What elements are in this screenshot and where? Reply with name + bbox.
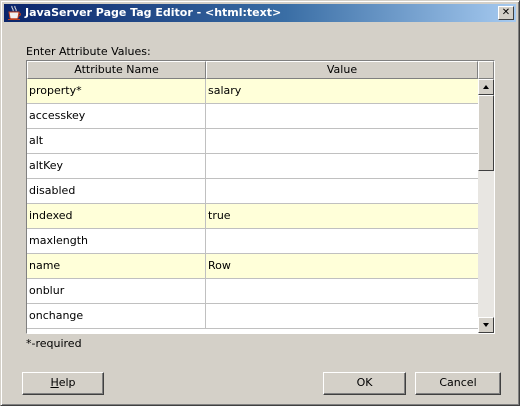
attribute-values-label: Enter Attribute Values: <box>26 45 151 58</box>
tag-editor-dialog: JavaServer Page Tag Editor - <html:text>… <box>0 0 520 406</box>
attribute-name-cell[interactable]: disabled <box>27 179 206 203</box>
attribute-value-cell[interactable]: true <box>206 204 478 228</box>
attribute-value-cell[interactable]: Row <box>206 254 478 278</box>
arrow-down-icon <box>483 323 489 327</box>
table-body: property* salary accesskey alt altKey di… <box>27 79 478 329</box>
attribute-value-cell[interactable] <box>206 229 478 253</box>
table-row[interactable]: name Row <box>27 254 478 279</box>
attribute-value-cell[interactable] <box>206 154 478 178</box>
table-row[interactable]: property* salary <box>27 79 478 104</box>
table-row[interactable]: onchange <box>27 304 478 329</box>
attribute-name-cell[interactable]: indexed <box>27 204 206 228</box>
table-row[interactable]: onblur <box>27 279 478 304</box>
table-header: Attribute Name Value <box>27 61 478 79</box>
coffee-cup-icon <box>6 5 22 21</box>
help-button[interactable]: Help <box>22 372 104 395</box>
attribute-name-cell[interactable]: property* <box>27 79 206 103</box>
window-title: JavaServer Page Tag Editor - <html:text> <box>25 6 282 19</box>
title-bar[interactable]: JavaServer Page Tag Editor - <html:text>… <box>4 4 516 22</box>
table-row[interactable]: alt <box>27 129 478 154</box>
attribute-value-cell[interactable] <box>206 104 478 128</box>
column-header-value[interactable]: Value <box>206 61 478 79</box>
attribute-name-cell[interactable]: name <box>27 254 206 278</box>
table-row[interactable]: altKey <box>27 154 478 179</box>
scrollbar-thumb[interactable] <box>478 95 494 171</box>
scroll-down-button[interactable] <box>478 317 494 333</box>
table-row[interactable]: indexed true <box>27 204 478 229</box>
column-header-attribute-name[interactable]: Attribute Name <box>27 61 206 79</box>
attribute-name-cell[interactable]: maxlength <box>27 229 206 253</box>
attribute-name-cell[interactable]: onchange <box>27 304 206 328</box>
table-row[interactable]: disabled <box>27 179 478 204</box>
attribute-value-cell[interactable] <box>206 279 478 303</box>
cancel-button[interactable]: Cancel <box>415 372 501 395</box>
scrollbar-header-corner <box>478 61 494 79</box>
required-note: *-required <box>26 337 82 350</box>
attribute-value-cell[interactable] <box>206 129 478 153</box>
attribute-value-cell[interactable] <box>206 179 478 203</box>
ok-button[interactable]: OK <box>323 372 406 395</box>
close-button[interactable]: ✕ <box>498 6 514 20</box>
attribute-name-cell[interactable]: altKey <box>27 154 206 178</box>
attribute-value-cell[interactable]: salary <box>206 79 478 103</box>
vertical-scrollbar[interactable] <box>478 61 494 333</box>
attribute-table: Attribute Name Value property* salary ac… <box>26 60 495 334</box>
table-row[interactable]: maxlength <box>27 229 478 254</box>
attribute-value-cell[interactable] <box>206 304 478 328</box>
scroll-up-button[interactable] <box>478 79 494 95</box>
attribute-name-cell[interactable]: onblur <box>27 279 206 303</box>
close-icon: ✕ <box>501 7 511 18</box>
table-row[interactable]: accesskey <box>27 104 478 129</box>
attribute-name-cell[interactable]: accesskey <box>27 104 206 128</box>
attribute-name-cell[interactable]: alt <box>27 129 206 153</box>
arrow-up-icon <box>483 85 489 89</box>
